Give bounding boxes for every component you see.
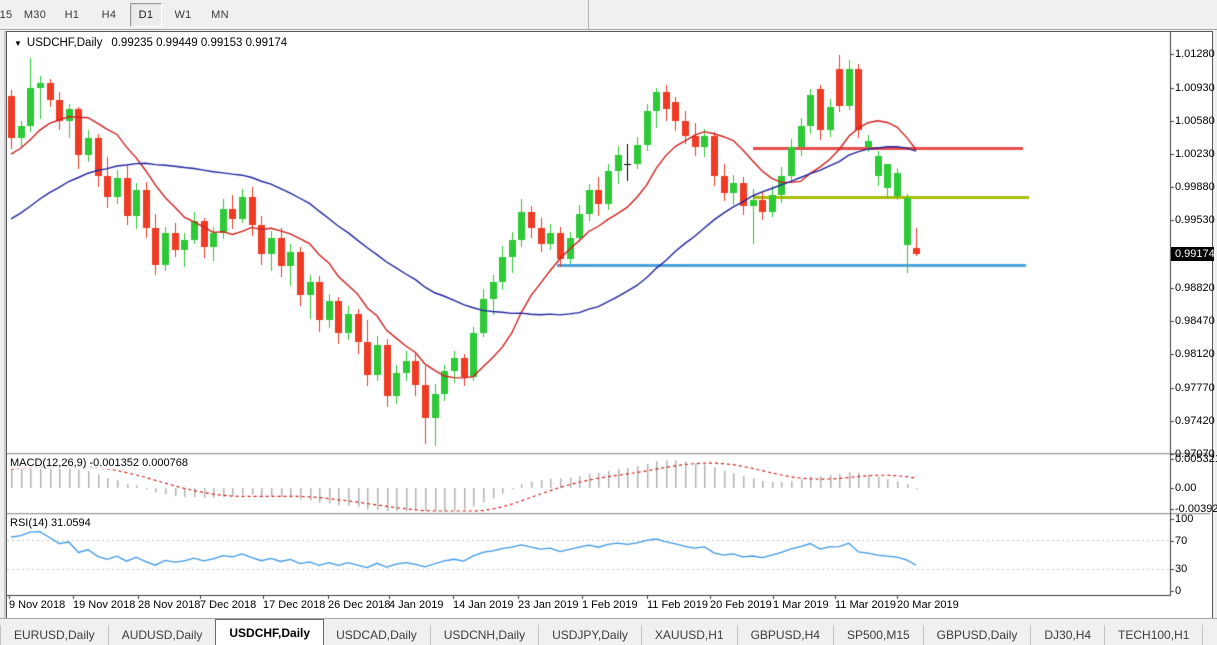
timeframe-button-w1[interactable]: W1 xyxy=(167,3,199,27)
rsi-axis-label: 30 xyxy=(1175,563,1187,575)
date-label: 28 Nov 2018 xyxy=(138,599,200,611)
rsi-axis-label: 0 xyxy=(1175,585,1181,597)
price-label: 1.01280 xyxy=(1175,48,1215,60)
tab-sp500-m15[interactable]: SP500,M15 xyxy=(834,625,924,645)
date-label: 1 Mar 2019 xyxy=(773,599,829,611)
chart-symbol-label: USDCHF,Daily xyxy=(27,37,102,49)
timeframe-toolbar: 15 M30 H1 H4 D1 W1 MN xyxy=(0,0,1217,30)
price-label: 1.00930 xyxy=(1175,82,1215,94)
timeframe-button-m30[interactable]: M30 xyxy=(19,3,51,27)
price-label: 1.00580 xyxy=(1175,115,1215,127)
chart-ohlc-values: 0.99235 0.99449 0.99153 0.99174 xyxy=(111,37,287,49)
chart-window: ▼ USDCHF,Daily 0.99235 0.99449 0.99153 0… xyxy=(6,31,1213,620)
price-label: 0.98120 xyxy=(1175,348,1215,360)
price-chart-canvas[interactable] xyxy=(7,32,1210,617)
symbol-dropdown-icon[interactable]: ▼ xyxy=(14,39,22,48)
chart-stack: ▼ USDCHF,Daily 0.99235 0.99449 0.99153 0… xyxy=(7,32,1210,617)
rsi-indicator-label: RSI(14) 31.0594 xyxy=(10,517,91,529)
timeframe-button-mn[interactable]: MN xyxy=(204,3,236,27)
price-label: 0.97420 xyxy=(1175,415,1215,427)
date-label: 26 Dec 2018 xyxy=(328,599,390,611)
date-label: 20 Mar 2019 xyxy=(897,599,959,611)
tab-usdcad-daily[interactable]: USDCAD,Daily xyxy=(323,625,431,645)
date-label: 1 Feb 2019 xyxy=(582,599,638,611)
date-label: 20 Feb 2019 xyxy=(710,599,772,611)
date-label: 17 Dec 2018 xyxy=(263,599,325,611)
tab-gbpusd-h4[interactable]: GBPUSD,H4 xyxy=(738,625,834,645)
macd-axis-label: 0.00 xyxy=(1175,482,1196,494)
toolbar-divider xyxy=(588,0,589,29)
tab-usdcnh-daily[interactable]: USDCNH,Daily xyxy=(431,625,539,645)
price-label: 0.99880 xyxy=(1175,181,1215,193)
timeframe-button-h4[interactable]: H4 xyxy=(93,3,125,27)
current-price-badge: 0.99174 xyxy=(1171,247,1214,261)
tab-usdjpy-daily[interactable]: USDJPY,Daily xyxy=(539,625,642,645)
date-label: 4 Jan 2019 xyxy=(389,599,443,611)
tab-dj30-h4[interactable]: DJ30,H4 xyxy=(1031,625,1105,645)
date-label: 7 Dec 2018 xyxy=(200,599,256,611)
price-label: 0.97770 xyxy=(1175,382,1215,394)
date-label: 14 Jan 2019 xyxy=(453,599,514,611)
macd-indicator-label: MACD(12,26,9) -0.001352 0.000768 xyxy=(10,457,188,469)
price-label: 0.98470 xyxy=(1175,315,1215,327)
tab-xauusd-h1[interactable]: XAUUSD,H1 xyxy=(642,625,738,645)
timeframe-button-h1[interactable]: H1 xyxy=(56,3,88,27)
date-label: 19 Nov 2018 xyxy=(73,599,135,611)
trading-terminal: { "ui": { "toolbar": { "timeframes": ["1… xyxy=(0,0,1217,645)
price-label: 1.00230 xyxy=(1175,148,1215,160)
tab-gbpusd-daily[interactable]: GBPUSD,Daily xyxy=(924,625,1032,645)
date-label: 9 Nov 2018 xyxy=(9,599,65,611)
chart-title: ▼ USDCHF,Daily 0.99235 0.99449 0.99153 0… xyxy=(14,37,287,49)
timeframe-button-m15[interactable]: 15 xyxy=(0,3,14,27)
price-label: 0.99530 xyxy=(1175,214,1215,226)
date-label: 11 Feb 2019 xyxy=(647,599,708,611)
macd-axis-label: 0.005321 xyxy=(1175,453,1217,465)
tab-eurusd-daily[interactable]: EURUSD,Daily xyxy=(1,625,109,645)
price-label: 0.98820 xyxy=(1175,282,1215,294)
tab-tech100-h1[interactable]: TECH100,H1 xyxy=(1105,625,1203,645)
tab-audusd-daily[interactable]: AUDUSD,Daily xyxy=(109,625,217,645)
tab-usdchf-daily[interactable]: USDCHF,Daily xyxy=(215,619,324,645)
date-label: 23 Jan 2019 xyxy=(518,599,579,611)
rsi-axis-label: 70 xyxy=(1175,535,1187,547)
rsi-axis-label: 100 xyxy=(1175,513,1193,525)
tab-overflow-partial[interactable]: UI xyxy=(1203,625,1217,645)
date-label: 11 Mar 2019 xyxy=(835,599,896,611)
symbol-tabbar: EURUSD,Daily AUDUSD,Daily USDCHF,Daily U… xyxy=(0,618,1217,645)
timeframe-button-d1[interactable]: D1 xyxy=(130,3,162,27)
